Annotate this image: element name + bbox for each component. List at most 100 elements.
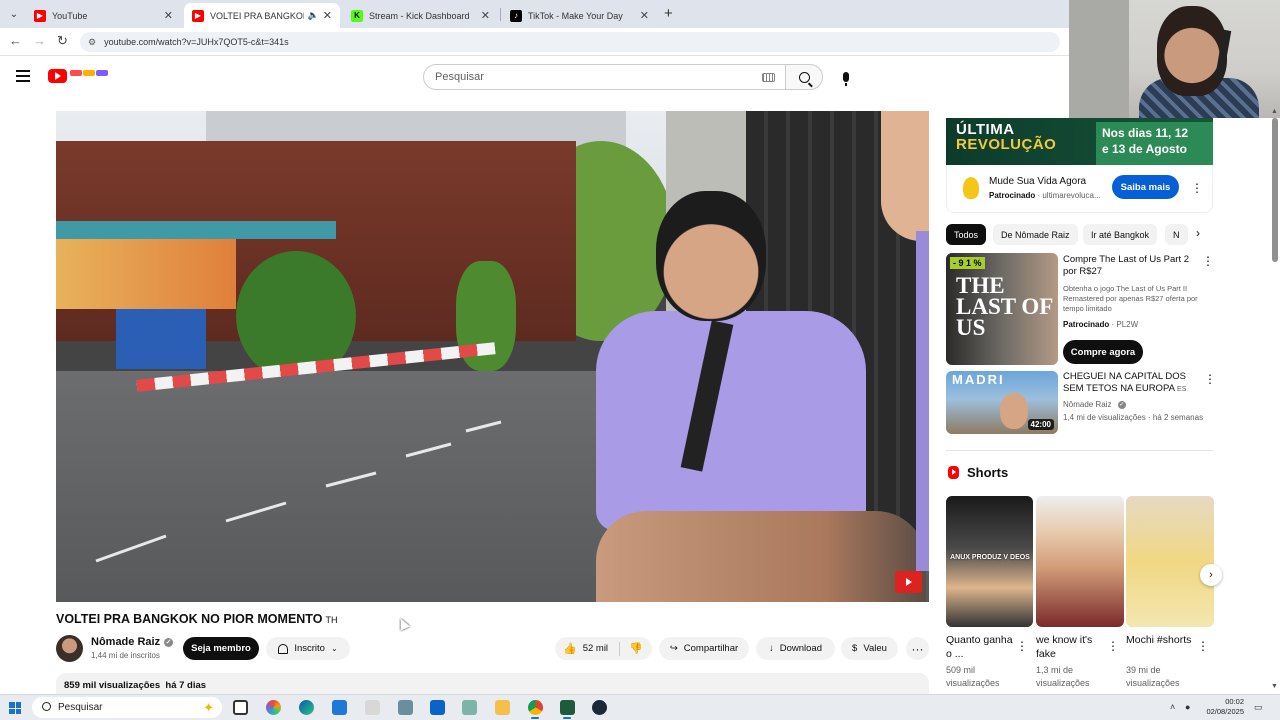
notifications-icon[interactable]: ▭ [1254, 702, 1263, 713]
ad-banner-line2: REVOLUÇÃO [956, 136, 1057, 153]
tab-video-active[interactable]: ▶ VOLTEI PRA BANGKOK NO 🔈 ✕ [184, 3, 340, 28]
search-input[interactable]: Pesquisar [423, 64, 785, 90]
like-count: 52 mil [582, 643, 609, 654]
outlook-icon[interactable] [430, 700, 445, 715]
short-more-icon[interactable]: ⋮ [1107, 640, 1119, 652]
windows-start-icon[interactable] [9, 702, 21, 714]
join-button[interactable]: Seja membro [183, 637, 259, 660]
ad-card[interactable]: Mude Sua Vida Agora Patrocinado · ultima… [946, 165, 1213, 213]
tab-tiktok[interactable]: ♪ TikTok - Make Your Day ✕ [502, 3, 657, 28]
site-settings-icon[interactable]: ⚙ [88, 37, 96, 48]
close-icon[interactable]: ✕ [323, 9, 332, 22]
video-player[interactable] [56, 111, 929, 602]
rec-meta: 1,4 mi de visualizações · há 2 semanas [1063, 413, 1204, 422]
chip-next-partial[interactable]: N [1165, 224, 1188, 245]
short-thumbnail[interactable] [1126, 496, 1214, 627]
menu-icon[interactable] [16, 70, 30, 82]
rec-sponsor-line: Patrocinado · PL2W [1063, 319, 1138, 330]
app-icon[interactable] [365, 700, 380, 715]
close-icon[interactable]: ✕ [164, 9, 173, 22]
chip-channel[interactable]: De Nômade Raiz [993, 224, 1078, 245]
microphone-tray-icon[interactable]: ● [1185, 702, 1190, 712]
rec-thumbnail-madri[interactable]: MADRI 42:00 [946, 371, 1058, 434]
new-tab-plus-icon[interactable]: + [664, 5, 673, 22]
short-more-icon[interactable]: ⋮ [1197, 640, 1209, 652]
scrollbar-thumb[interactable] [1272, 118, 1278, 262]
close-icon[interactable]: ✕ [481, 9, 490, 22]
buy-now-button[interactable]: Compre agora [1063, 340, 1143, 364]
share-label: Compartilhar [683, 643, 739, 654]
search-button[interactable] [785, 64, 823, 90]
channel-name[interactable]: Nômade Raiz ✓ [91, 636, 174, 648]
rec-title[interactable]: Compre The Last of Us Part 2 por R$27 [1063, 254, 1193, 278]
more-actions-icon[interactable]: ··· [906, 637, 929, 660]
chrome-browser-icon[interactable] [528, 700, 543, 715]
reload-icon[interactable]: ↻ [57, 33, 68, 49]
file-explorer-icon[interactable] [495, 700, 510, 715]
scroll-down-icon[interactable]: ▼ [1269, 683, 1280, 690]
subscribed-button[interactable]: Inscrito ⌄ [266, 637, 350, 660]
youtube-logo[interactable] [48, 69, 67, 83]
tab-search-chevron-icon[interactable]: ⌄ [4, 4, 24, 24]
speaker-icon[interactable]: 🔈 [308, 10, 319, 21]
rec-thumbnail-tlou[interactable]: - 9 1 % THE LAST OF US [946, 253, 1058, 365]
app-icon[interactable] [462, 700, 477, 715]
calculator-icon[interactable] [398, 700, 413, 715]
rec-title[interactable]: CHEGUEI NA CAPITAL DOS SEM TETOS NA EURO… [1063, 371, 1198, 396]
chevron-up-icon[interactable]: ˄ [1170, 702, 1175, 712]
scroll-up-icon[interactable]: ▲ [1269, 108, 1280, 115]
short-title[interactable]: Mochi #shorts [1126, 633, 1198, 647]
keyboard-icon[interactable] [762, 73, 775, 82]
like-button[interactable]: 👍 52 mil [555, 641, 620, 656]
chip-todos[interactable]: Todos [946, 224, 987, 245]
ad-dates-line2: e 13 de Agosto [1102, 142, 1187, 156]
short-title[interactable]: we know it's fake [1036, 633, 1108, 661]
webcam-overlay [1069, 0, 1280, 118]
sparkle-icon: ✦ [203, 700, 214, 715]
channel-avatar[interactable] [56, 635, 83, 662]
search-placeholder: Pesquisar [435, 71, 484, 83]
copilot-icon[interactable] [266, 700, 281, 715]
learn-more-button[interactable]: Saiba mais [1112, 175, 1179, 199]
ad-banner-dates: Nos dias 11, 12 e 13 de Agosto [1096, 122, 1213, 165]
thanks-button[interactable]: $ Valeu [841, 637, 898, 660]
chevron-right-icon[interactable]: › [1190, 226, 1206, 244]
voice-search-button[interactable] [832, 64, 860, 90]
forward-arrow-icon[interactable]: → [33, 33, 46, 48]
back-arrow-icon[interactable]: ← [9, 33, 22, 48]
rec-more-icon[interactable]: ⋮ [1202, 255, 1214, 267]
channel-watermark-icon[interactable] [895, 571, 922, 593]
chevron-right-icon[interactable]: › [1200, 564, 1222, 586]
ad-banner[interactable]: ÚLTIMA REVOLUÇÃO Nos dias 11, 12 e 13 de… [946, 118, 1213, 165]
share-button[interactable]: ↪ Compartilhar [659, 637, 749, 660]
youtube-doodle-logo[interactable] [70, 70, 108, 82]
store-icon[interactable] [332, 700, 347, 715]
short-title[interactable]: Quanto ganha o ... [946, 633, 1018, 661]
tab-kick[interactable]: K Stream - Kick Dashboard ✕ [343, 3, 498, 28]
views-text: 859 mil visualizações [64, 680, 161, 691]
taskbar-search-label: Pesquisar [58, 702, 103, 713]
short-more-icon[interactable]: ⋮ [1016, 640, 1028, 652]
chip-bangkok[interactable]: Ir até Bangkok [1083, 224, 1158, 245]
download-button[interactable]: ↓ Download [756, 637, 835, 660]
tab-youtube[interactable]: ▶ YouTube ✕ [26, 3, 181, 28]
taskbar-search[interactable]: Pesquisar ✦ [32, 697, 222, 718]
chevron-down-icon: ⌄ [330, 644, 338, 653]
download-label: Download [779, 643, 822, 654]
task-view-icon[interactable] [233, 700, 248, 715]
edge-browser-icon[interactable] [299, 700, 314, 715]
tiktok-favicon-icon: ♪ [510, 9, 522, 22]
kick-app-icon[interactable] [560, 700, 575, 715]
rec-more-icon[interactable]: ⋮ [1204, 373, 1216, 385]
short-thumbnail[interactable] [1036, 496, 1124, 627]
ad-sponsor-line: Patrocinado · ultimarevoluca... [989, 191, 1101, 200]
youtube-favicon-icon: ▶ [34, 9, 46, 22]
close-icon[interactable]: ✕ [640, 9, 649, 22]
short-thumbnail[interactable]: ANUX PRODUZ V DEOS [946, 496, 1033, 627]
like-dislike-group: 👍 52 mil 👎 [555, 637, 652, 660]
system-clock[interactable]: 00:02 02/08/2025 [1200, 697, 1244, 717]
ad-more-icon[interactable]: ⋮ [1191, 182, 1203, 194]
steam-icon[interactable] [592, 700, 607, 715]
dislike-button[interactable]: 👎 [620, 642, 652, 655]
address-bar[interactable]: ⚙ youtube.com/watch?v=JUHx7QOT5-c&t=341s [80, 32, 1060, 52]
